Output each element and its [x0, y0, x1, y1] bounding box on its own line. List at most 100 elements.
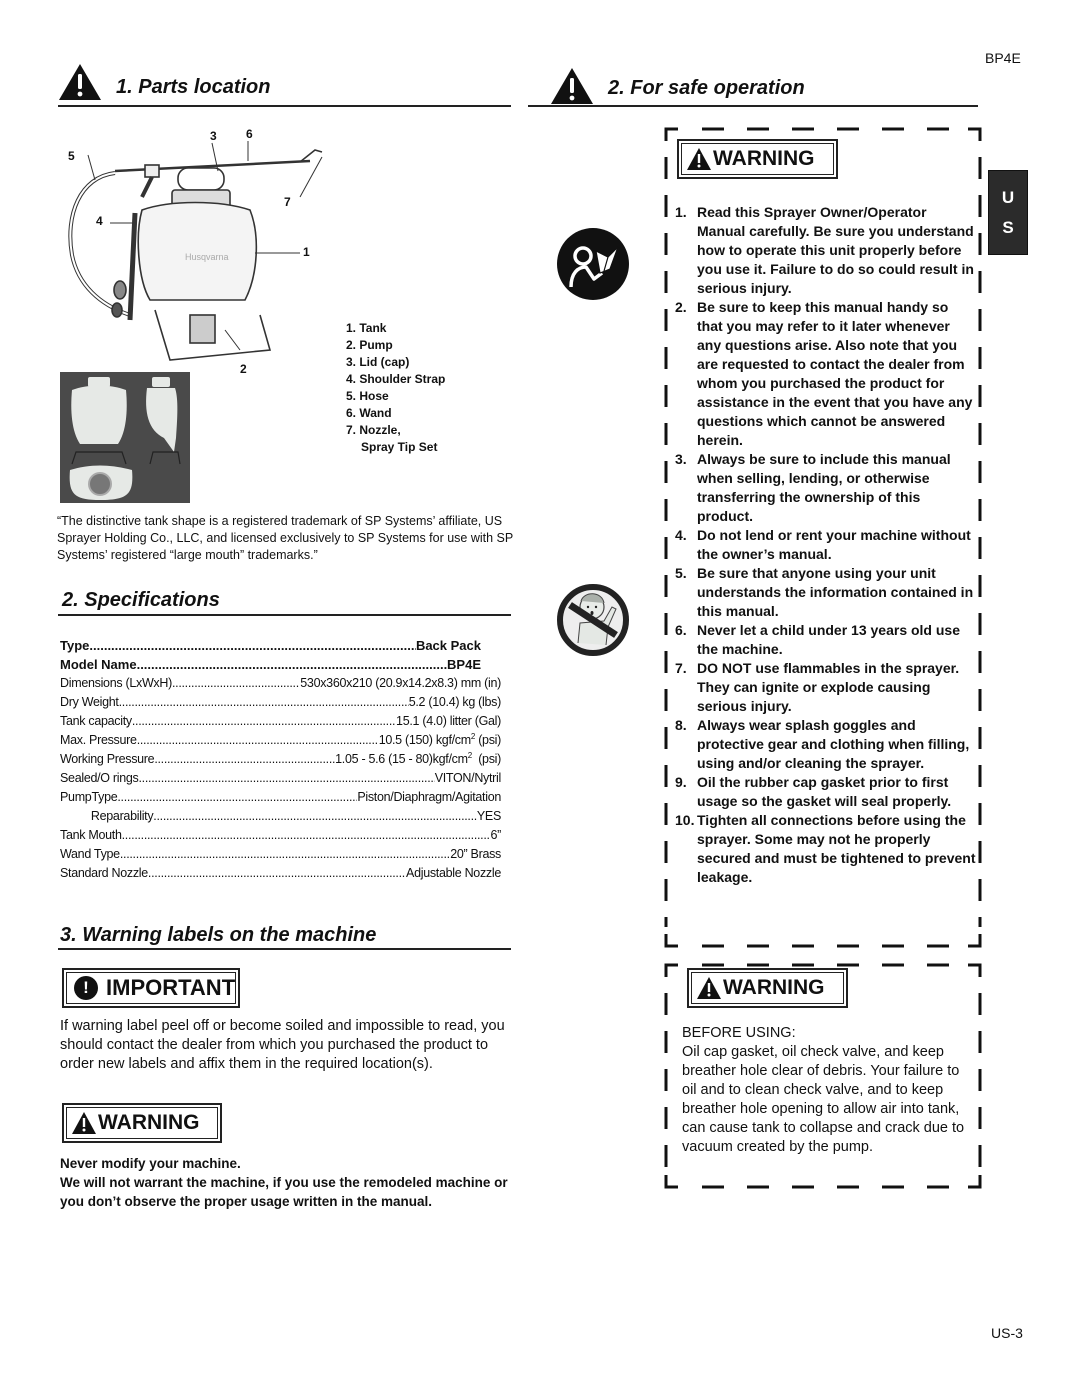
safety-instruction-item: 7. DO NOT use flammables in the sprayer. …	[675, 659, 977, 716]
dot-leader	[132, 714, 396, 728]
spec-group: Pump	[60, 790, 92, 804]
safety-instruction-item: 6. Never let a child under 13 years old u…	[675, 621, 977, 659]
spec-row: Tank Mouth 6”	[60, 828, 501, 847]
spec-value: Piston/Diaphragm/Agitation	[357, 790, 501, 804]
spec-value-text: 15.1 (4.0) litter (Gal)	[396, 714, 501, 728]
warranty-text: We will not warrant the machine, if you …	[60, 1175, 508, 1209]
spec-row: Wand Type 20” Brass	[60, 847, 501, 866]
spec-value: 20” Brass	[450, 847, 501, 861]
important-text: If warning label peel off or become soil…	[60, 1018, 505, 1072]
section-title: 1. Parts location	[116, 76, 271, 98]
item-number: 3.	[675, 451, 687, 467]
item-number: 1.	[675, 204, 687, 220]
spec-label: Wand Type	[60, 847, 120, 861]
dot-leader	[89, 638, 416, 653]
callout-1: 1	[303, 245, 310, 259]
item-text: Oil the rubber cap gasket prior to first…	[697, 774, 952, 809]
item-number: 5.	[675, 565, 687, 581]
spec-label: Type	[91, 790, 118, 804]
spec-value: 6”	[490, 828, 501, 842]
before-using-body: Oil cap gasket, oil check valve, and kee…	[682, 1044, 965, 1155]
section-title: 2. Specifications	[62, 588, 220, 611]
spec-row: Working Pressure 1.05 - 5.6 (15 - 80)kgf…	[60, 752, 501, 771]
spec-row: Max. Pressure 10.5 (150) kgf/cm2 (psi)	[60, 733, 501, 752]
callout-3: 3	[210, 129, 217, 143]
warning-label-text: WARNING	[98, 1111, 200, 1134]
parts-list-item: 7. Nozzle,	[346, 423, 401, 437]
item-number: 2.	[675, 299, 687, 315]
safety-instruction-item: 3. Always be sure to include this manual …	[675, 450, 977, 526]
item-text: Be sure to keep this manual handy so tha…	[697, 299, 973, 448]
spec-label: Tank Mouth	[60, 828, 122, 842]
dot-leader	[172, 676, 300, 690]
sprayer-parts-diagram: Husqvarna 3 6 5 7 4 1 2	[60, 125, 330, 376]
page-number: US-3	[991, 1325, 1023, 1341]
spec-value: VITON/Nytril	[435, 771, 501, 785]
model-header: BP4E	[985, 50, 1021, 66]
item-text: Do not lend or rent your machine without…	[697, 527, 971, 562]
brand-mark: Husqvarna	[185, 252, 229, 262]
spec-label: Model Name	[60, 657, 137, 672]
parts-list-item: 5. Hose	[346, 389, 389, 403]
language-tab-us: U S	[988, 170, 1028, 255]
read-manual-icon	[556, 227, 630, 301]
spec-value: Back Pack	[416, 638, 501, 653]
language-tab-letter: U	[1001, 187, 1015, 207]
item-text: DO NOT use flammables in the sprayer. Th…	[697, 660, 960, 714]
warning-label: WARNING	[677, 139, 838, 179]
trademark-note: “The distinctive tank shape is a registe…	[57, 514, 514, 562]
caution-triangle-icon	[551, 68, 593, 104]
dot-leader	[154, 752, 335, 766]
safety-instruction-item: 4. Do not lend or rent your machine witho…	[675, 526, 977, 564]
spec-label: Standard Nozzle	[60, 866, 148, 880]
item-text: Read this Sprayer Owner/Operator Manual …	[697, 204, 974, 296]
spec-label: Sealed/O rings	[60, 771, 139, 785]
spec-value-text: Back Pack	[415, 638, 481, 653]
item-text: Tighten all connections before using the…	[697, 812, 976, 885]
callout-7: 7	[284, 195, 291, 209]
safety-instructions-list: 1. Read this Sprayer Owner/Operator Manua…	[675, 203, 977, 887]
spec-value-text: 530x360x210 (20.9x14.2x8.3) mm (in)	[300, 676, 501, 690]
spec-value: 530x360x210 (20.9x14.2x8.3) mm (in)	[300, 676, 501, 690]
section-title: 2. For safe operation	[608, 77, 805, 99]
section-heading-safe-operation: 2. For safe operation	[528, 64, 978, 107]
spec-row: Standard Nozzle Adjustable Nozzle	[60, 866, 501, 885]
section-heading-warning-labels: 3. Warning labels on the machine	[58, 922, 511, 950]
item-number: 8.	[675, 717, 687, 733]
parts-list: 1. Tank 2. Pump 3. Lid (cap) 4. Shoulder…	[346, 320, 445, 456]
warning-triangle-icon	[687, 148, 711, 170]
spec-value-unit: (psi)	[471, 752, 501, 766]
safety-instruction-item: 8. Always wear splash goggles and protect…	[675, 716, 977, 773]
callout-2: 2	[240, 362, 247, 376]
spec-row: Type Back Pack	[60, 638, 501, 657]
spec-row: Sealed/O rings VITON/Nytril	[60, 771, 501, 790]
dot-leader	[137, 733, 379, 747]
item-number: 4.	[675, 527, 687, 543]
dot-leader	[137, 657, 447, 672]
warning-triangle-icon	[72, 1112, 96, 1134]
dot-leader	[119, 695, 409, 709]
safety-instruction-item: 1. Read this Sprayer Owner/Operator Manua…	[675, 203, 977, 298]
no-children-icon	[556, 583, 630, 657]
item-text: Never let a child under 13 years old use…	[697, 622, 960, 657]
before-using-text: BEFORE USING: Oil cap gasket, oil check …	[682, 1024, 972, 1157]
spec-label: Max. Pressure	[60, 733, 137, 747]
item-number: 10.	[675, 812, 695, 828]
dot-leader	[148, 866, 406, 880]
spec-value-text: Piston/Diaphragm/Agitation	[357, 790, 501, 804]
dot-leader	[153, 809, 477, 823]
callout-4: 4	[96, 214, 103, 228]
callout-5: 5	[68, 149, 75, 163]
spec-value-text: VITON/Nytril	[434, 771, 501, 785]
spec-value: 10.5 (150) kgf/cm2 (psi)	[379, 733, 501, 747]
sprayer-illustration: Husqvarna	[68, 141, 323, 361]
section-heading-specifications: 2. Specifications	[58, 586, 511, 616]
warning-label: WARNING	[62, 1103, 222, 1143]
spec-row: Reparability YES	[60, 809, 501, 828]
item-number: 6.	[675, 622, 687, 638]
never-modify-heading: Never modify your machine.	[60, 1156, 241, 1171]
spec-value-text: BP4E	[447, 657, 481, 672]
parts-list-item: 2. Pump	[346, 338, 393, 352]
section-heading-parts-location: 1. Parts location	[58, 64, 511, 107]
spec-value-unit: (psi)	[475, 733, 501, 747]
